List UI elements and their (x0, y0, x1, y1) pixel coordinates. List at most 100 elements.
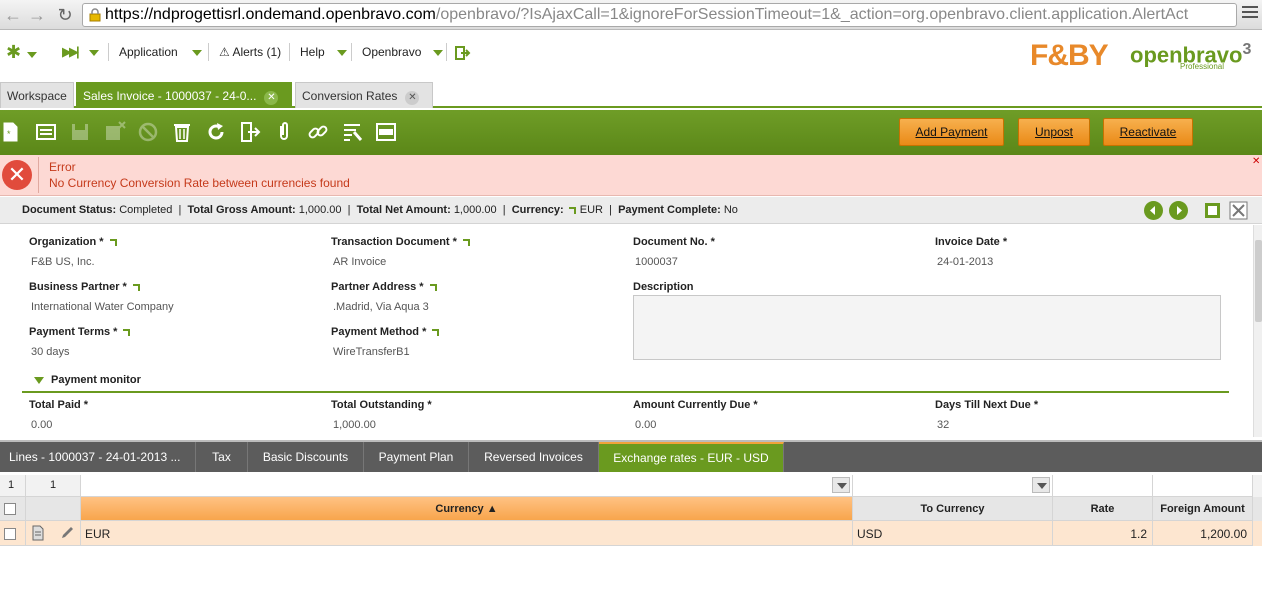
undo-button[interactable] (134, 118, 162, 146)
invoice-date-field[interactable]: 24-01-2013 (937, 256, 993, 268)
subtab-exchange-rates[interactable]: Exchange rates - EUR - USD (599, 442, 784, 472)
close-icon[interactable]: ✕ (1252, 157, 1260, 167)
reactivate-button[interactable]: Reactivate (1103, 118, 1193, 146)
chevron-down-icon[interactable] (1032, 477, 1050, 493)
reload-icon[interactable]: ↻ (54, 4, 76, 26)
link-arrow-icon[interactable] (568, 206, 576, 214)
tab-conversion-rates[interactable]: Conversion Rates ✕ (295, 82, 433, 108)
audit-button[interactable] (338, 118, 366, 146)
recent-views-button[interactable]: ▶▶| (62, 43, 99, 61)
foreign-amount-cell[interactable]: 1,200.00 (1153, 521, 1253, 546)
openbravo-version: 3 (1242, 41, 1252, 58)
foreign-amount-filter[interactable] (1153, 475, 1253, 497)
rate-filter[interactable] (1053, 475, 1153, 497)
payment-method-field[interactable]: WireTransferB1 (333, 346, 410, 358)
close-icon[interactable]: ✕ (264, 91, 279, 105)
alerts-button[interactable]: ⚠ Alerts (1) (219, 43, 281, 61)
subtab-basic-discounts[interactable]: Basic Discounts (248, 442, 364, 472)
save-close-icon (106, 121, 126, 140)
select-all-checkbox[interactable] (4, 503, 16, 515)
error-title: Error (49, 160, 76, 174)
table-row[interactable]: EUR USD 1.2 1,200.00 (0, 521, 1262, 546)
link-arrow-icon[interactable] (462, 238, 470, 246)
select-all-cell (0, 497, 26, 521)
rate-cell[interactable]: 1.2 (1053, 521, 1153, 546)
asterisk-icon: ✱ (6, 42, 22, 62)
to-currency-filter[interactable] (853, 475, 1053, 497)
link-arrow-icon[interactable] (132, 283, 140, 291)
delete-button[interactable] (168, 118, 196, 146)
transaction-document-field[interactable]: AR Invoice (333, 256, 386, 268)
organization-field[interactable]: F&B US, Inc. (31, 256, 95, 268)
partner-address-label: Partner Address * (331, 281, 437, 293)
unpost-button[interactable]: Unpost (1018, 118, 1090, 146)
total-outstanding-label: Total Outstanding * (331, 399, 432, 411)
next-icon (1177, 206, 1182, 215)
currency-value: EUR (579, 204, 603, 216)
payment-terms-field[interactable]: 30 days (31, 346, 70, 358)
row-select-cell (0, 521, 26, 546)
payment-monitor-section-title[interactable]: Payment monitor (51, 374, 141, 386)
link-arrow-icon[interactable] (429, 283, 437, 291)
filter-count: 1 (50, 479, 57, 491)
close-icon[interactable]: ✕ (405, 91, 420, 105)
payment-complete-value: No (723, 204, 738, 216)
currency-column-header[interactable]: Currency ▲ (81, 497, 853, 521)
link-arrow-icon[interactable] (109, 238, 117, 246)
maximize-button[interactable] (1203, 201, 1222, 220)
close-form-button[interactable] (1229, 201, 1248, 220)
logout-button[interactable] (455, 43, 471, 61)
pencil-icon[interactable] (59, 525, 75, 541)
browser-menu-icon[interactable] (1242, 6, 1258, 22)
help-menu[interactable]: Help (300, 43, 347, 61)
save-button[interactable] (66, 118, 94, 146)
attachment-button[interactable] (270, 118, 298, 146)
subtab-tax[interactable]: Tax (196, 442, 248, 472)
to-currency-value: USD (857, 527, 883, 541)
user-menu[interactable]: Openbravo (362, 43, 444, 61)
document-icon[interactable] (31, 525, 45, 541)
main-tabs: Workspace Sales Invoice - 1000037 - 24-0… (0, 82, 1262, 108)
save-close-button[interactable] (100, 118, 128, 146)
refresh-button[interactable] (202, 118, 230, 146)
subtab-payment-plan[interactable]: Payment Plan (364, 442, 469, 472)
business-partner-field[interactable]: International Water Company (31, 301, 174, 313)
subtab-lines[interactable]: Lines - 1000037 - 24-01-2013 ... (0, 442, 196, 472)
scroll-thumb[interactable] (1255, 240, 1262, 322)
tab-sales-invoice[interactable]: Sales Invoice - 1000037 - 24-0... ✕ (76, 82, 292, 108)
collapse-triangle-icon[interactable] (34, 377, 44, 384)
chevron-down-icon[interactable] (832, 477, 850, 493)
address-bar[interactable]: https://ndprogettisrl.ondemand.openbravo… (82, 3, 1237, 27)
error-text: No Currency Conversion Rate between curr… (49, 176, 350, 190)
rate-column-header[interactable]: Rate (1053, 497, 1153, 521)
quick-launch-button[interactable]: ✱ (6, 42, 38, 62)
partner-address-field[interactable]: .Madrid, Via Aqua 3 (333, 301, 429, 313)
link-arrow-icon[interactable] (432, 328, 440, 336)
next-record-button[interactable] (1169, 201, 1188, 220)
svg-text:*: * (7, 129, 11, 139)
foreign-amount-column-header[interactable]: Foreign Amount (1153, 497, 1253, 521)
to-currency-cell[interactable]: USD (853, 521, 1053, 546)
document-no-field[interactable]: 1000037 (635, 256, 678, 268)
tab-workspace[interactable]: Workspace (0, 82, 74, 108)
description-textarea[interactable] (633, 295, 1221, 360)
application-menu[interactable]: Application (119, 43, 202, 61)
new-document-button[interactable]: * (0, 118, 24, 146)
form-scrollbar[interactable] (1253, 225, 1262, 437)
previous-record-button[interactable] (1144, 201, 1163, 220)
error-icon: ✕ (2, 160, 32, 190)
forward-icon[interactable]: → (26, 4, 48, 26)
link-arrow-icon[interactable] (123, 328, 131, 336)
new-row-button[interactable] (32, 118, 60, 146)
back-icon[interactable]: ← (2, 4, 24, 26)
currency-filter[interactable] (81, 475, 853, 497)
subtab-reversed-invoices[interactable]: Reversed Invoices (469, 442, 599, 472)
link-button[interactable] (304, 118, 332, 146)
export-button[interactable] (236, 118, 264, 146)
add-payment-button[interactable]: Add Payment (899, 118, 1004, 146)
grid-view-button[interactable] (372, 118, 400, 146)
row-checkbox[interactable] (4, 528, 16, 540)
to-currency-column-header[interactable]: To Currency (853, 497, 1053, 521)
currency-cell[interactable]: EUR (81, 521, 853, 546)
gross-amount-value: 1,000.00 (298, 204, 342, 216)
